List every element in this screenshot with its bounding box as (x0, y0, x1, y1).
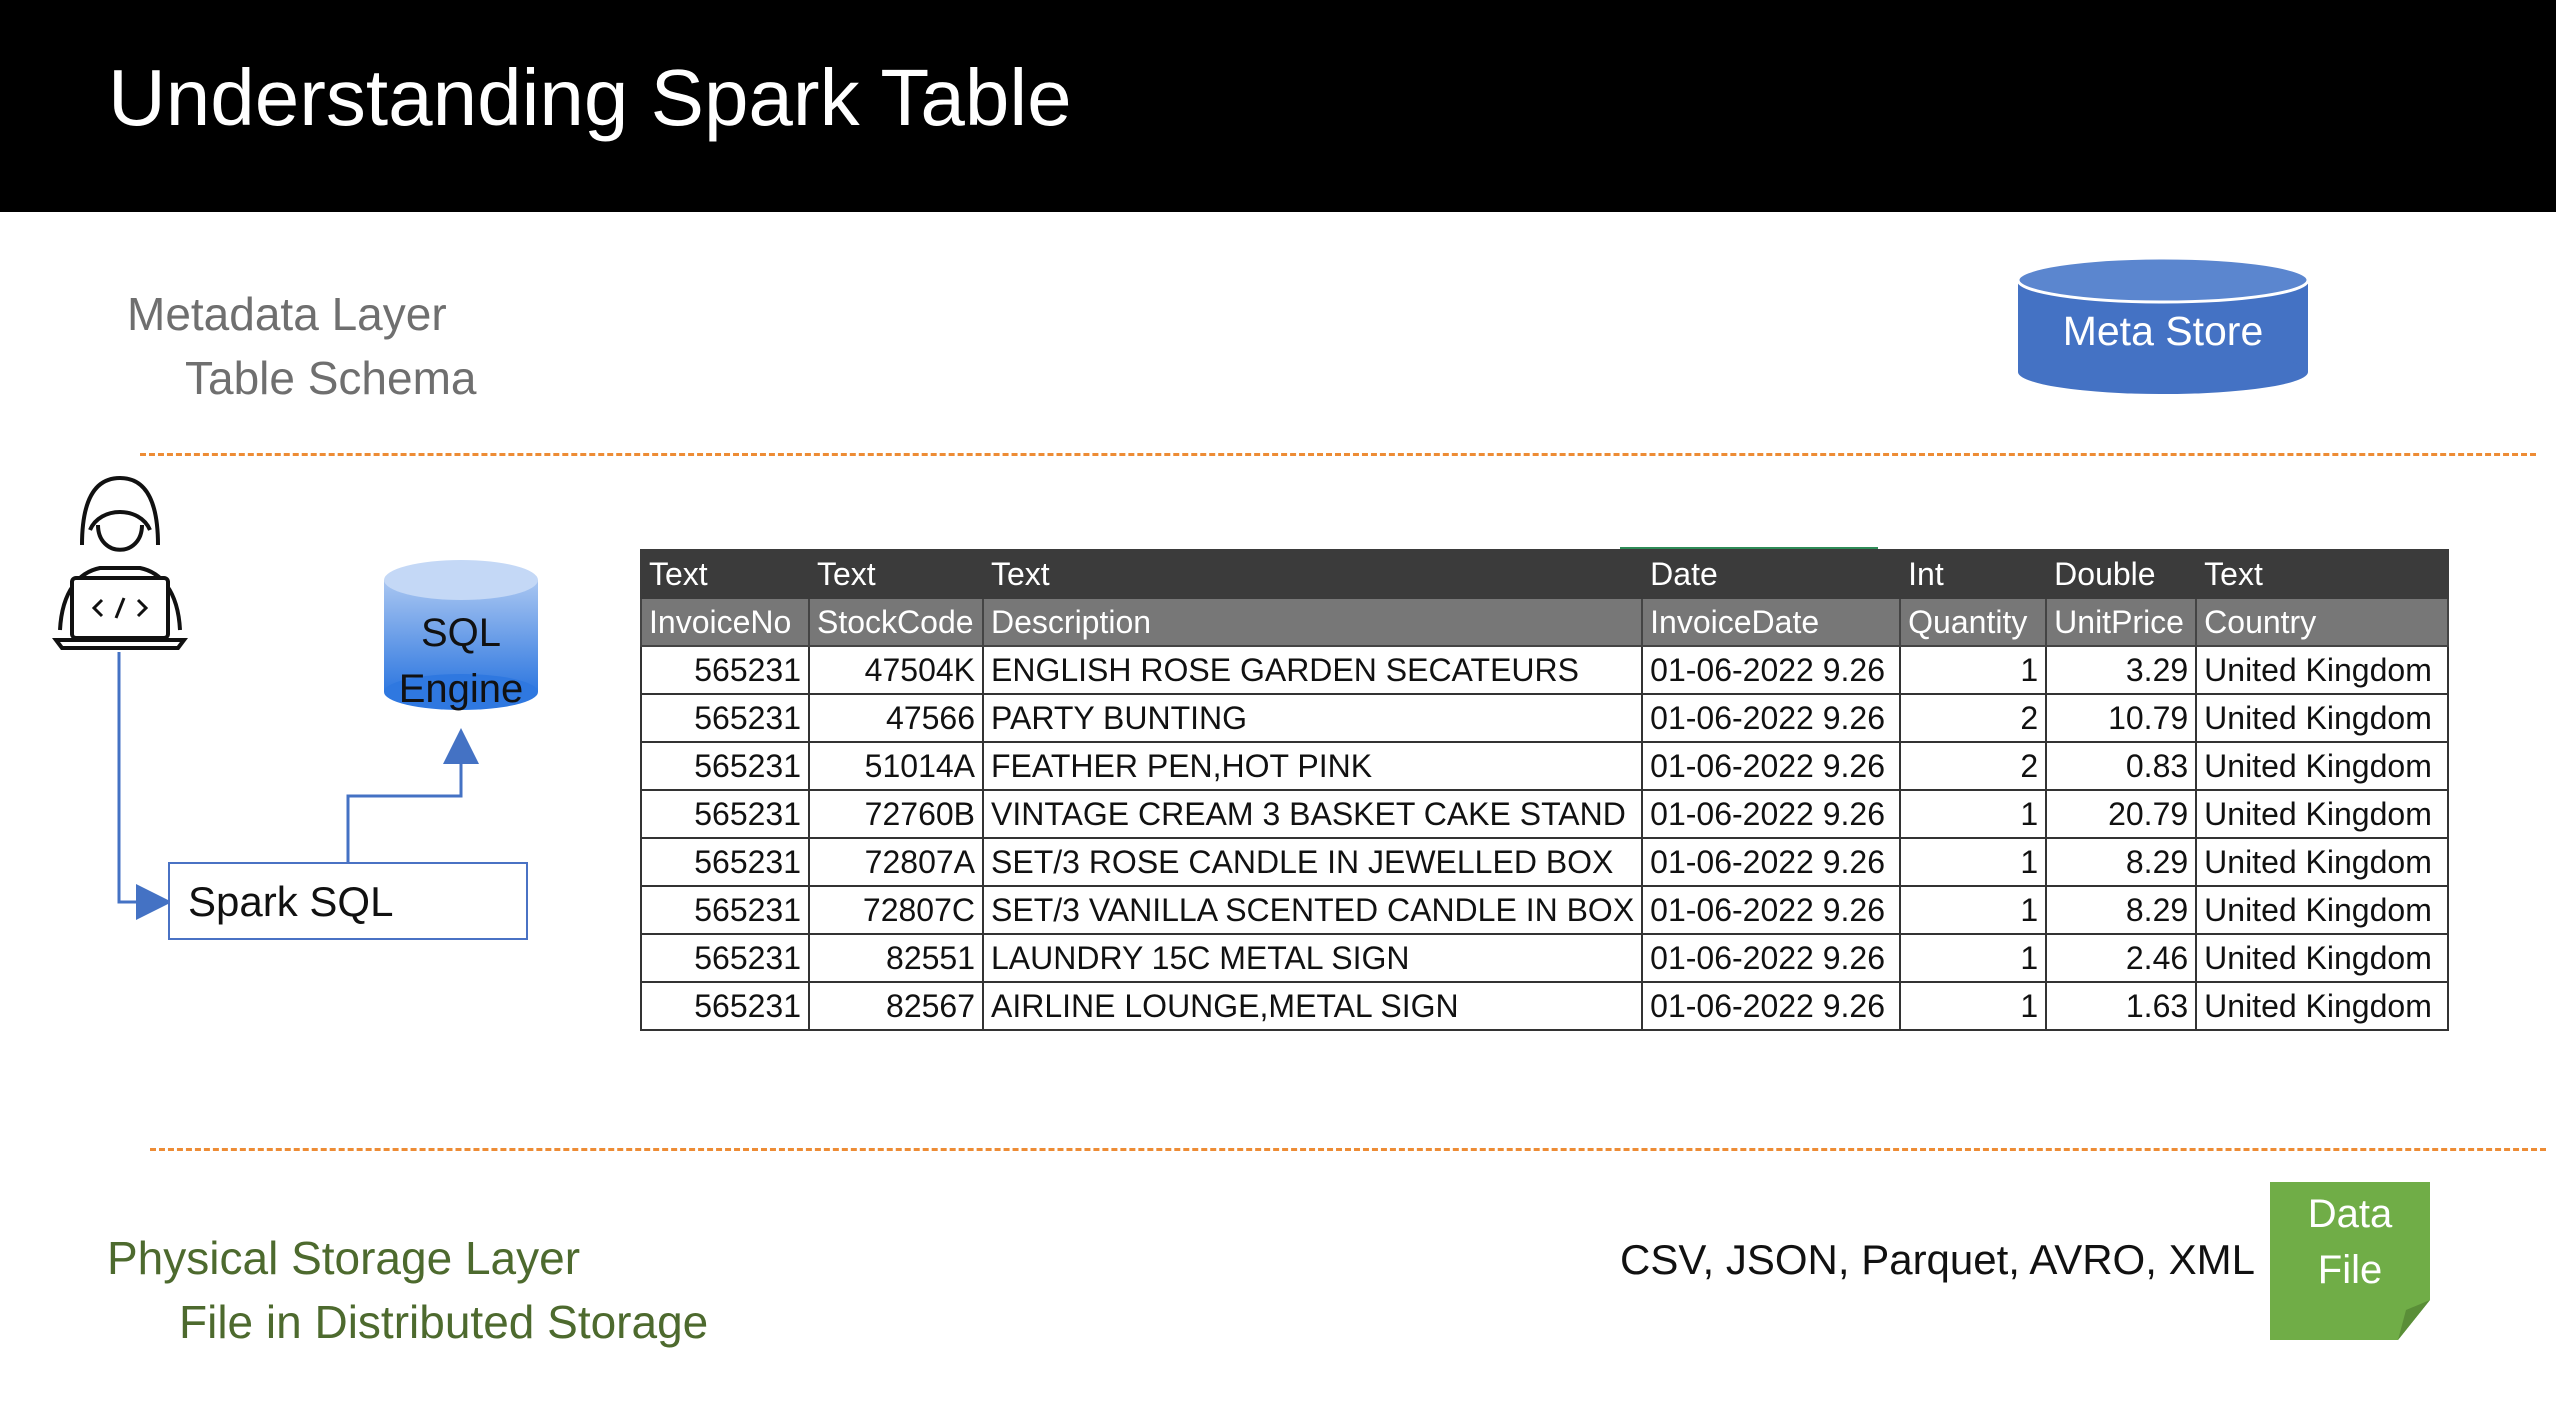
table-cell-description: ENGLISH ROSE GARDEN SECATEURS (981, 645, 1644, 695)
table-cell-unitprice: 3.29 (2045, 645, 2198, 695)
spark-sql-box: Spark SQL (168, 862, 528, 940)
table-cell-country: United Kingdom (2195, 741, 2450, 791)
table-cell-invoiceno: 565231 (640, 741, 810, 791)
table-cell-country: United Kingdom (2195, 981, 2450, 1031)
table-cell-country: United Kingdom (2195, 837, 2450, 887)
table-row: 565231 72760B VINTAGE CREAM 3 BASKET CAKE … (640, 789, 2450, 839)
column-type: Text (640, 549, 810, 599)
table-body: 565231 47504K ENGLISH ROSE GARDEN SECATEUR… (640, 645, 2450, 1031)
table-cell-invoiceno: 565231 (640, 789, 810, 839)
table-cell-invoiceno: 565231 (640, 693, 810, 743)
developer-laptop-icon (52, 475, 188, 650)
spark-sql-label: Spark SQL (188, 878, 394, 925)
table-cell-quantity: 1 (1899, 837, 2048, 887)
table-cell-unitprice: 20.79 (2045, 789, 2198, 839)
distributed-storage-label: File in Distributed Storage (179, 1296, 709, 1348)
data-file-line1: Data (2307, 1192, 2393, 1236)
file-formats-label: CSV, JSON, Parquet, AVRO, XML (1620, 1236, 2255, 1283)
column-header: Country (2195, 597, 2450, 647)
table-cell-quantity: 2 (1899, 693, 2048, 743)
column-header: InvoiceDate (1641, 597, 1902, 647)
column-header: InvoiceNo (640, 597, 810, 647)
table-cell-stockcode: 47504K (808, 645, 984, 695)
data-file-label: Data File (2270, 1186, 2430, 1298)
table-cell-unitprice: 10.79 (2045, 693, 2198, 743)
column-header: Quantity (1899, 597, 2048, 647)
sql-engine-label: SQL Engine (384, 605, 538, 717)
table-row: 565231 72807A SET/3 ROSE CANDLE IN JEWELLE… (640, 837, 2450, 887)
table-row: 565231 72807C SET/3 VANILLA SCENTED CANDLE… (640, 885, 2450, 935)
table-row: 565231 51014A FEATHER PEN,HOT PINK 01-06-20… (640, 741, 2450, 791)
column-names-row: InvoiceNo StockCode Description InvoiceD… (640, 597, 2450, 647)
developer-to-spark-sql-arrow (117, 652, 172, 920)
column-type: Text (981, 549, 1644, 599)
table-cell-country: United Kingdom (2195, 693, 2450, 743)
data-file-line2: File (2317, 1248, 2383, 1292)
table-cell-description: SET/3 VANILLA SCENTED CANDLE IN BOX (981, 885, 1644, 935)
table-cell-unitprice: 1.63 (2045, 981, 2198, 1031)
column-type: Text (808, 549, 984, 599)
table-cell-description: LAUNDRY 15C METAL SIGN (981, 933, 1644, 983)
table-cell-unitprice: 0.83 (2045, 741, 2198, 791)
table-cell-stockcode: 82567 (808, 981, 984, 1031)
column-types-row: Text Text Text Date Int Double Text (640, 549, 2450, 599)
table-cell-description: SET/3 ROSE CANDLE IN JEWELLED BOX (981, 837, 1644, 887)
table-cell-stockcode: 82551 (808, 933, 984, 983)
column-header: StockCode (808, 597, 984, 647)
spark-table: Text Text Text Date Int Double Text Invo… (640, 549, 2450, 1031)
column-type: Int (1899, 549, 2048, 599)
table-cell-unitprice: 8.29 (2045, 837, 2198, 887)
table-cell-quantity: 1 (1899, 981, 2048, 1031)
table-cell-invoicedate: 01-06-2022 9.26 (1641, 933, 1902, 983)
table-cell-quantity: 1 (1899, 885, 2048, 935)
table-cell-stockcode: 72760B (808, 789, 984, 839)
table-cell-invoicedate: 01-06-2022 9.26 (1641, 741, 1902, 791)
column-type: Double (2045, 549, 2198, 599)
sql-engine-line1: SQL (420, 611, 502, 655)
table-cell-country: United Kingdom (2195, 645, 2450, 695)
table-row: 565231 47566 PARTY BUNTING 01-06-2022 9.26 2… (640, 693, 2450, 743)
table-cell-invoicedate: 01-06-2022 9.26 (1641, 645, 1902, 695)
table-cell-invoicedate: 01-06-2022 9.26 (1641, 981, 1902, 1031)
table-cell-stockcode: 72807A (808, 837, 984, 887)
table-cell-description: AIRLINE LOUNGE,METAL SIGN (981, 981, 1644, 1031)
table-cell-quantity: 2 (1899, 741, 2048, 791)
table-cell-quantity: 1 (1899, 645, 2048, 695)
sql-engine-line2: Engine (398, 667, 524, 711)
table-cell-invoicedate: 01-06-2022 9.26 (1641, 693, 1902, 743)
table-cell-stockcode: 51014A (808, 741, 984, 791)
table-cell-stockcode: 47566 (808, 693, 984, 743)
table-cell-invoiceno: 565231 (640, 885, 810, 935)
table-cell-stockcode: 72807C (808, 885, 984, 935)
table-cell-description: VINTAGE CREAM 3 BASKET CAKE STAND (981, 789, 1644, 839)
table-cell-invoiceno: 565231 (640, 933, 810, 983)
meta-store-label: Meta Store (2062, 308, 2264, 354)
column-type: Text (2195, 549, 2450, 599)
table-row: 565231 82551 LAUNDRY 15C METAL SIGN 01-06-2… (640, 933, 2450, 983)
table-cell-invoiceno: 565231 (640, 837, 810, 887)
table-cell-invoicedate: 01-06-2022 9.26 (1641, 885, 1902, 935)
table-cell-invoicedate: 01-06-2022 9.26 (1641, 789, 1902, 839)
storage-layer-label: Physical Storage Layer File in Distribut… (107, 1226, 708, 1354)
table-cell-quantity: 1 (1899, 933, 2048, 983)
column-header: Description (981, 597, 1644, 647)
table-row: 565231 82567 AIRLINE LOUNGE,METAL SIGN 01-0… (640, 981, 2450, 1031)
table-cell-country: United Kingdom (2195, 885, 2450, 935)
table-cell-unitprice: 8.29 (2045, 885, 2198, 935)
table-cell-invoiceno: 565231 (640, 645, 810, 695)
column-type: Date (1641, 549, 1902, 599)
storage-layer-title: Physical Storage Layer (107, 1232, 581, 1284)
table-cell-unitprice: 2.46 (2045, 933, 2198, 983)
table-cell-country: United Kingdom (2195, 789, 2450, 839)
spark-sql-to-engine-arrow (346, 728, 479, 862)
table-row: 565231 47504K ENGLISH ROSE GARDEN SECATEUR… (640, 645, 2450, 695)
table-cell-description: FEATHER PEN,HOT PINK (981, 741, 1644, 791)
table-cell-invoiceno: 565231 (640, 981, 810, 1031)
column-header: UnitPrice (2045, 597, 2198, 647)
table-cell-description: PARTY BUNTING (981, 693, 1644, 743)
table-cell-invoicedate: 01-06-2022 9.26 (1641, 837, 1902, 887)
table-cell-quantity: 1 (1899, 789, 2048, 839)
table-cell-country: United Kingdom (2195, 933, 2450, 983)
